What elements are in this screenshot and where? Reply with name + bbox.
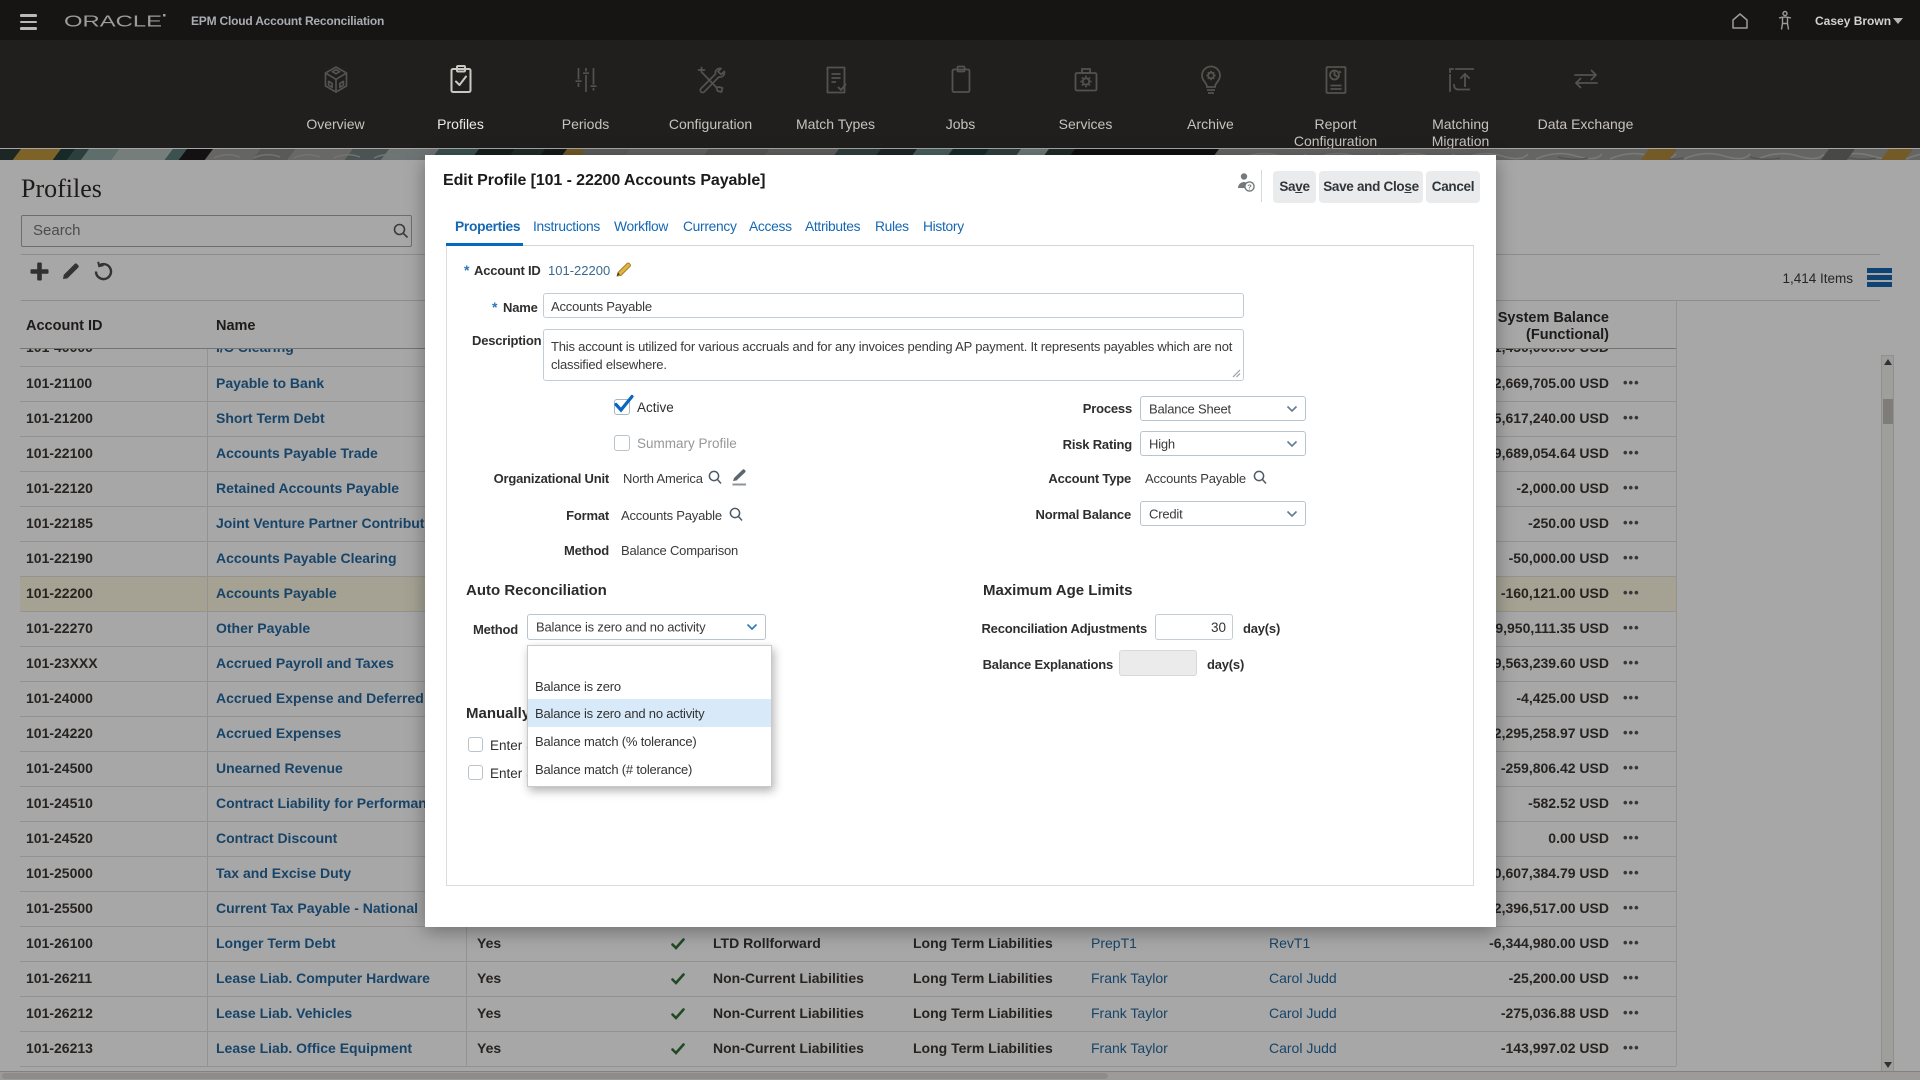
svg-text:?: ?	[1247, 182, 1252, 191]
svg-text:ORACLE: ORACLE	[64, 14, 162, 31]
